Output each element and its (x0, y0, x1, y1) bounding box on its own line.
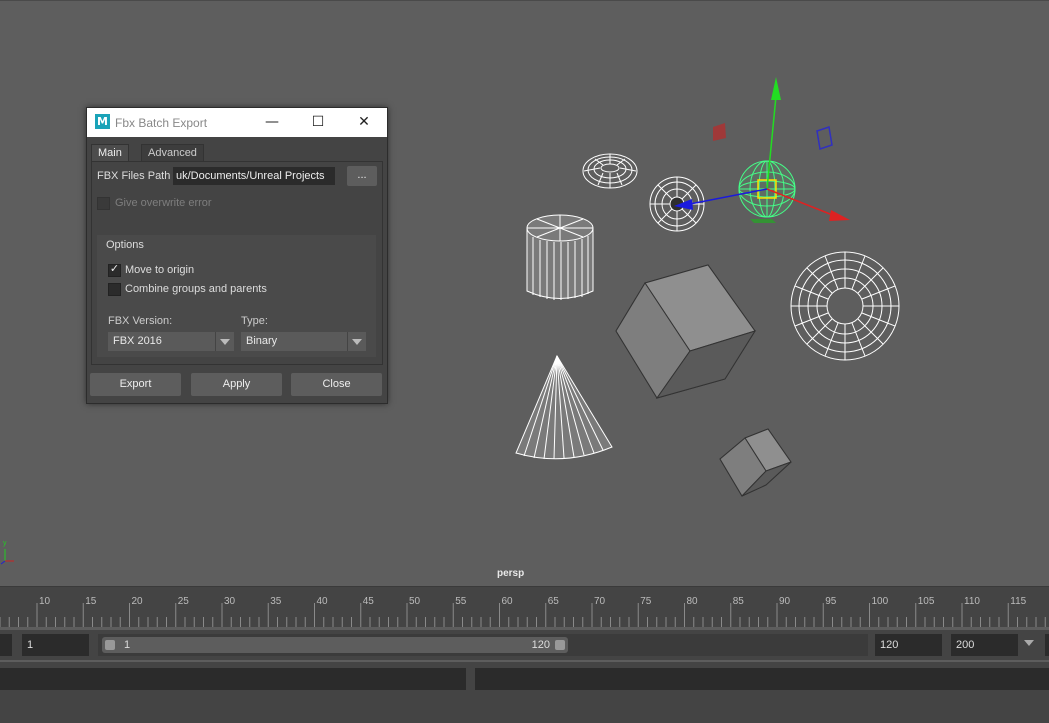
tab-main[interactable]: Main (91, 144, 129, 161)
tick-label: 55 (455, 596, 467, 607)
fbx-version-value: FBX 2016 (113, 335, 162, 347)
playback-end-field[interactable]: 120 (875, 634, 942, 656)
tick-label: 115 (1010, 596, 1026, 607)
chevron-down-icon[interactable] (347, 332, 366, 351)
animation-end-field[interactable]: 200 (951, 634, 1018, 656)
tick-label: 110 (964, 596, 980, 607)
tick-label: 40 (317, 596, 329, 607)
tick-label: 90 (779, 596, 791, 607)
maya-app-icon: M (95, 114, 110, 129)
dialog-titlebar[interactable]: M Fbx Batch Export — ☐ ✕ (87, 108, 387, 137)
tick-label: 60 (502, 596, 514, 607)
type-select[interactable]: Binary (241, 332, 366, 351)
combine-groups-label: Combine groups and parents (125, 283, 267, 295)
options-title: Options (106, 239, 144, 251)
range-slider-bar: 1 1 120 120 200 (0, 630, 1049, 660)
tick-label: 35 (270, 596, 282, 607)
tick-label: 30 (224, 596, 236, 607)
range-max-value: 120 (531, 639, 550, 651)
range-end-grip[interactable] (555, 640, 565, 650)
cone[interactable] (515, 354, 613, 460)
command-result (475, 668, 1049, 690)
browse-button[interactable]: ... (347, 166, 377, 186)
options-group: Options ✓ Move to origin Combine groups … (97, 235, 376, 357)
tick-label: 80 (687, 596, 699, 607)
tick-label: 105 (918, 596, 935, 607)
move-to-origin-checkbox[interactable]: ✓ (108, 262, 121, 277)
range-start-grip[interactable] (105, 640, 115, 650)
minimize-icon[interactable]: — (257, 112, 287, 132)
range-slider[interactable]: 1 120 (98, 634, 868, 656)
tick-label: 70 (594, 596, 606, 607)
range-right-stub[interactable] (1045, 634, 1049, 656)
view-axis-icon: y (0, 540, 14, 565)
fbx-version-select[interactable]: FBX 2016 (108, 332, 234, 351)
checkmark-icon: ✓ (109, 262, 120, 275)
tick-label: 65 (548, 596, 560, 607)
chevron-down-icon[interactable] (1024, 640, 1034, 646)
camera-label: persp (497, 568, 525, 579)
fbx-path-label: FBX Files Path (97, 170, 171, 182)
time-slider[interactable]: 10 15 20 25 30 35 40 45 50 55 60 65 70 75 80 85 90 95 100 1… (0, 586, 1049, 627)
overwrite-error-checkbox[interactable] (97, 197, 110, 210)
time-ruler[interactable]: 10 15 20 25 30 35 40 45 50 55 60 65 70 75 80 85 90 95 100 1… (0, 587, 1049, 627)
tick-label: 50 (409, 596, 421, 607)
overwrite-error-label: Give overwrite error (115, 197, 212, 209)
fbx-version-label: FBX Version: (108, 315, 173, 327)
range-left-stub[interactable] (0, 634, 12, 656)
command-line (0, 662, 1049, 696)
fbx-path-input[interactable] (173, 167, 335, 185)
command-input[interactable] (0, 668, 466, 690)
tick-label: 100 (872, 596, 889, 607)
export-button[interactable]: Export (90, 373, 181, 396)
help-line (0, 696, 1049, 723)
tick-label: 75 (640, 596, 652, 607)
close-icon[interactable]: ✕ (349, 112, 379, 132)
tick-label: 10 (39, 596, 51, 607)
type-label: Type: (241, 315, 268, 327)
range-min-value: 1 (124, 639, 131, 651)
main-tab-panel: FBX Files Path ... Give overwrite error … (91, 161, 383, 365)
tick-label: 25 (178, 596, 190, 607)
cube-small[interactable] (719, 428, 792, 497)
tick-label: 95 (825, 596, 837, 607)
tick-label: 20 (132, 596, 144, 607)
tab-advanced-options[interactable]: Advanced Options (141, 144, 204, 175)
cylinder[interactable] (526, 214, 594, 300)
cube-large[interactable] (615, 264, 757, 399)
chevron-down-icon[interactable] (215, 332, 234, 351)
torus-large[interactable] (790, 251, 900, 361)
move-to-origin-label: Move to origin (125, 264, 195, 276)
svg-text:y: y (3, 540, 7, 547)
maximize-icon[interactable]: ☐ (303, 112, 333, 132)
combine-groups-checkbox[interactable] (108, 283, 121, 296)
apply-button[interactable]: Apply (191, 373, 282, 396)
tick-label: 85 (733, 596, 745, 607)
range-slider-handle[interactable]: 1 120 (102, 637, 568, 653)
animation-start-field[interactable]: 1 (22, 634, 89, 656)
tick-label: 15 (85, 596, 97, 607)
tick-label: 45 (363, 596, 375, 607)
dialog-title: Fbx Batch Export (115, 116, 208, 130)
torus-medium[interactable] (649, 176, 705, 232)
close-button[interactable]: Close (291, 373, 382, 396)
fbx-batch-export-dialog: M Fbx Batch Export — ☐ ✕ Main Advanced O… (86, 107, 388, 404)
torus-small[interactable] (582, 153, 638, 189)
type-value: Binary (246, 335, 278, 347)
